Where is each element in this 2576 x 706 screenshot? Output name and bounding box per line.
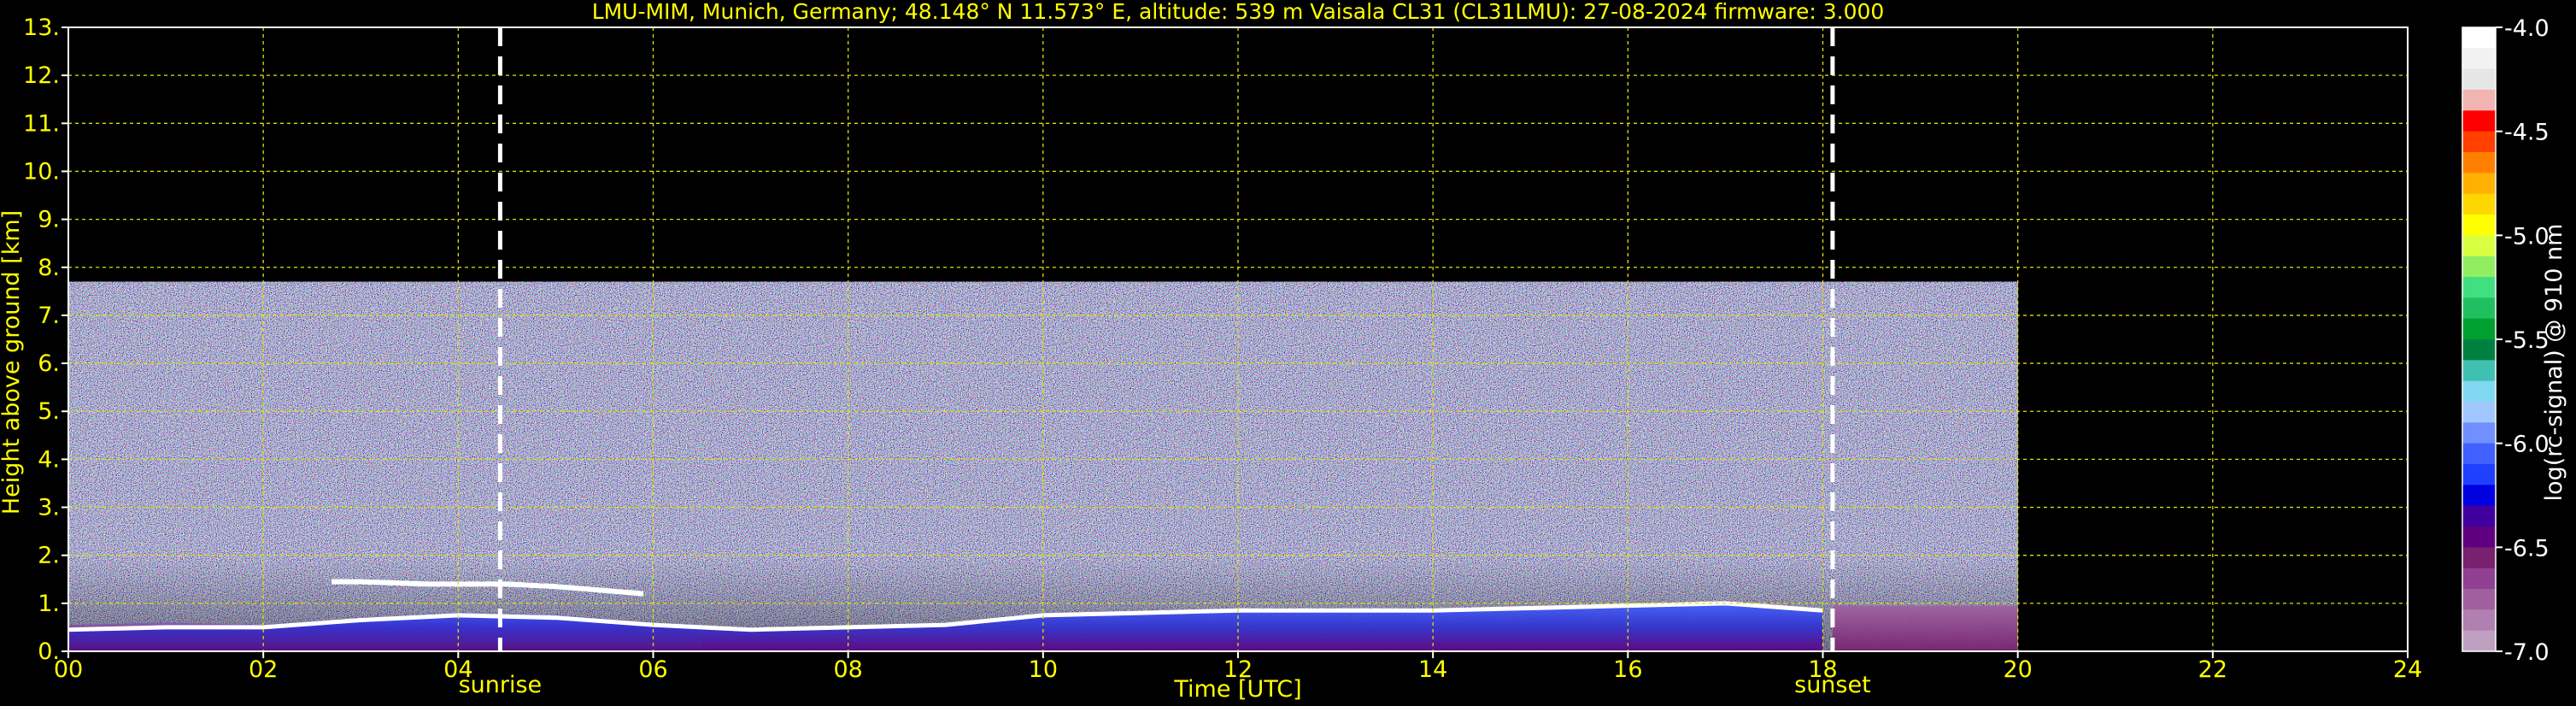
colorbar-swatch bbox=[2462, 173, 2496, 195]
colorbar-swatch bbox=[2462, 464, 2496, 485]
evening-aerosol-layer bbox=[1832, 605, 2018, 651]
y-axis-ticks: 0. 1. 2. 3. 4. 5. 6. 7. 8. 9. 10. 11. 12. 13. bbox=[23, 15, 68, 665]
colorbar-swatch bbox=[2462, 27, 2496, 49]
colorbar-swatch bbox=[2462, 485, 2496, 507]
colorbar-tick-label: -4.0 bbox=[2504, 15, 2550, 42]
colorbar-swatch bbox=[2462, 277, 2496, 298]
y-tick-label: 5. bbox=[38, 398, 60, 425]
x-tick-label: 14 bbox=[1418, 656, 1447, 683]
y-tick-label: 4. bbox=[38, 446, 60, 473]
colorbar-swatch bbox=[2462, 527, 2496, 548]
colorbar-swatch bbox=[2462, 110, 2496, 132]
colorbar-swatch bbox=[2462, 256, 2496, 278]
y-tick-label: 2. bbox=[38, 543, 60, 569]
colorbar-tick-label: -7.0 bbox=[2504, 639, 2550, 666]
y-tick-label: 3. bbox=[38, 495, 60, 521]
x-tick-label: 20 bbox=[2003, 656, 2032, 683]
y-tick-label: 10. bbox=[23, 158, 60, 185]
y-tick-label: 7. bbox=[38, 303, 60, 329]
colorbar-swatch bbox=[2462, 48, 2496, 70]
x-axis-label: Time [UTC] bbox=[1173, 676, 1301, 703]
colorbar-swatch bbox=[2462, 360, 2496, 382]
colorbar-swatch bbox=[2462, 318, 2496, 340]
colorbar-swatch bbox=[2462, 68, 2496, 91]
y-axis-label: Height above ground [km] bbox=[0, 210, 25, 515]
colorbar-swatch bbox=[2462, 422, 2496, 444]
colorbar-swatch bbox=[2462, 505, 2496, 527]
colorbar-swatch bbox=[2462, 568, 2496, 590]
colorbar-swatch bbox=[2462, 547, 2496, 569]
colorbar-swatch bbox=[2462, 630, 2496, 652]
x-tick-label: 02 bbox=[249, 656, 278, 683]
colorbar-swatch bbox=[2462, 402, 2496, 423]
y-tick-label: 6. bbox=[38, 350, 60, 377]
colorbar-swatch bbox=[2462, 380, 2496, 403]
colorbar-tick-label: -4.5 bbox=[2504, 120, 2550, 146]
colorbar-swatch bbox=[2462, 131, 2496, 153]
y-tick-label: 12. bbox=[23, 62, 60, 89]
chart-title: LMU-MIM, Munich, Germany; 48.148° N 11.5… bbox=[592, 0, 1885, 24]
x-tick-label: 06 bbox=[638, 656, 667, 683]
y-tick-label: 9. bbox=[38, 207, 60, 233]
colorbar-swatch bbox=[2462, 193, 2496, 215]
x-tick-label: 18 bbox=[1808, 656, 1837, 683]
y-tick-label: 11. bbox=[23, 110, 60, 137]
colorbar-swatch bbox=[2462, 589, 2496, 610]
x-tick-label: 22 bbox=[2198, 656, 2227, 683]
y-tick-label: 1. bbox=[38, 591, 60, 617]
colorbar-swatch bbox=[2462, 152, 2496, 174]
x-tick-label: 04 bbox=[443, 656, 472, 683]
colorbar-swatch bbox=[2462, 90, 2496, 111]
colorbar-label: log(rc-signal) @ 910 nm bbox=[2541, 224, 2567, 502]
x-tick-label: 24 bbox=[2393, 656, 2422, 683]
colorbar: -4.0-4.5-5.0-5.5-6.0-6.5-7.0 bbox=[2462, 15, 2550, 666]
colorbar-swatch bbox=[2462, 443, 2496, 465]
colorbar-tick-label: -6.5 bbox=[2504, 535, 2550, 562]
colorbar-swatch bbox=[2462, 609, 2496, 632]
x-tick-label: 16 bbox=[1613, 656, 1642, 683]
colorbar-swatch bbox=[2462, 297, 2496, 320]
colorbar-swatch bbox=[2462, 339, 2496, 361]
x-tick-label: 10 bbox=[1029, 656, 1058, 683]
y-tick-label: 13. bbox=[23, 15, 60, 41]
colorbar-swatch bbox=[2462, 215, 2496, 236]
ceilometer-chart: sunrise sunset 00 02 04 06 08 10 12 14 16 18 20 22 24… bbox=[0, 0, 2567, 703]
colorbar-swatch bbox=[2462, 235, 2496, 257]
x-tick-label: 08 bbox=[833, 656, 862, 683]
y-tick-label: 0. bbox=[38, 638, 60, 665]
y-tick-label: 8. bbox=[38, 255, 60, 281]
